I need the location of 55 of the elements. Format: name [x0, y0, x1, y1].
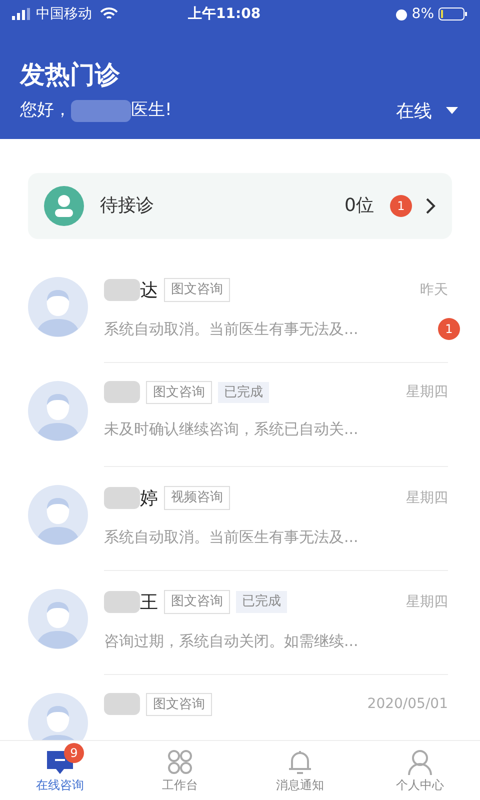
signal-icon	[12, 8, 32, 20]
avatar-icon	[28, 380, 88, 440]
patient-name: 王	[140, 590, 158, 614]
consult-type-tag: 图文咨询	[146, 380, 212, 404]
avatar-icon	[28, 588, 88, 648]
carrier-name: 中国移动	[36, 4, 92, 24]
page-title: 发热门诊	[18, 59, 121, 91]
greeting-text: 您好，	[20, 99, 71, 122]
waiting-count: 0位	[344, 194, 374, 218]
redacted-name	[104, 487, 140, 509]
greeting-text: 医生!	[131, 99, 172, 122]
message-preview: 系统自动取消。当前医生有事无法及...	[104, 318, 360, 340]
patient-name: 达	[140, 278, 158, 302]
message-time: 昨天	[420, 280, 448, 300]
consult-type-tag: 图文咨询	[146, 692, 212, 716]
consult-type-tag: 图文咨询	[164, 590, 230, 614]
grid-icon	[165, 748, 195, 776]
consult-type-tag: 图文咨询	[164, 278, 230, 302]
redacted-name	[104, 591, 140, 613]
patient-name: 婷	[140, 486, 158, 510]
tab-item[interactable]: 在线咨询 9	[0, 741, 120, 800]
tab-item[interactable]: 个人中心	[360, 741, 480, 800]
message-time: 2020/05/01	[367, 694, 448, 714]
waiting-label: 待接诊	[100, 194, 155, 218]
notification-badge: 9	[64, 743, 84, 763]
redacted-name	[104, 381, 140, 404]
alarm-icon	[394, 8, 408, 20]
tab-item[interactable]: 消息通知	[240, 741, 360, 800]
status-tag: 已完成	[236, 591, 287, 613]
person-icon	[405, 748, 435, 776]
waiting-card[interactable]: 待接诊 0位 1	[28, 172, 452, 238]
redacted-name	[104, 693, 140, 716]
message-preview: 咨询过期，系统自动关闭。如需继续...	[104, 630, 360, 652]
person-icon	[44, 186, 84, 226]
redacted-name	[71, 100, 131, 122]
avatar-icon	[28, 484, 88, 544]
status-dropdown[interactable]: 在线	[396, 98, 458, 124]
avatar-icon	[28, 276, 88, 336]
consult-type-tag: 视频咨询	[164, 486, 230, 510]
status-tag: 已完成	[218, 382, 269, 403]
redacted-name	[104, 279, 140, 301]
message-preview: 系统自动取消。当前医生有事无法及...	[104, 526, 360, 548]
battery-percent: 8%	[412, 4, 434, 24]
status-time: 上午11:08	[188, 4, 261, 24]
battery-icon	[438, 7, 468, 21]
unread-badge: 1	[438, 318, 460, 340]
tab-item[interactable]: 工作台	[120, 741, 240, 800]
message-preview: 未及时确认继续咨询，系统已自动关...	[104, 419, 360, 440]
message-time: 星期四	[406, 592, 448, 612]
chevron-right-icon	[426, 198, 436, 214]
message-time: 星期四	[406, 382, 448, 402]
caret-icon	[446, 107, 458, 115]
wifi-icon	[100, 7, 118, 21]
unread-badge: 1	[390, 194, 412, 216]
message-time: 星期四	[406, 488, 448, 508]
